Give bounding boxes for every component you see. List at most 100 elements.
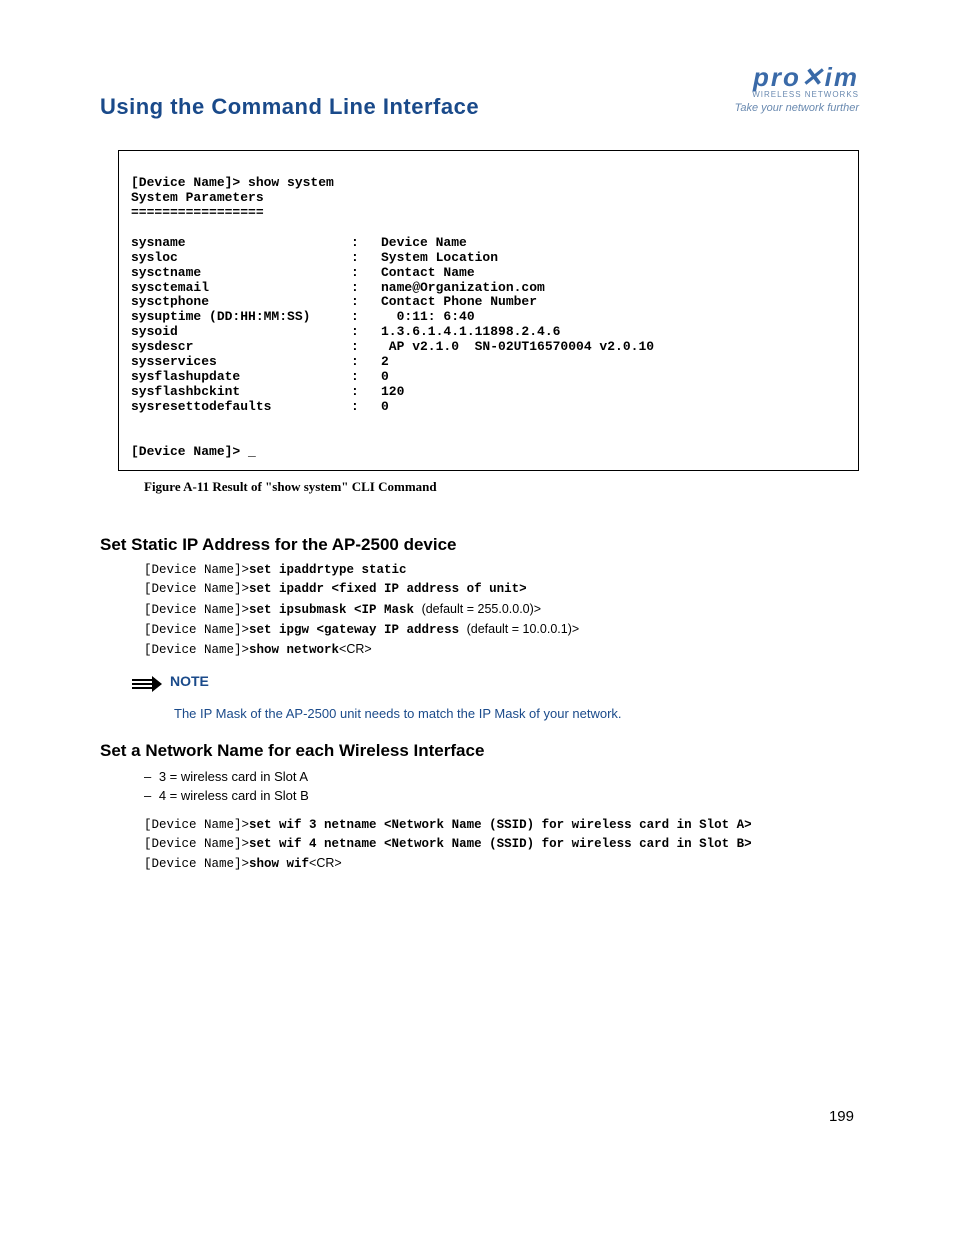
note-header-row: NOTE bbox=[130, 673, 859, 698]
cmd-text: set ipsubmask <IP Mask bbox=[249, 603, 422, 617]
cli-colon: : bbox=[351, 281, 381, 296]
cmd-text: show network bbox=[249, 643, 339, 657]
cli-param-key: sysuptime (DD:HH:MM:SS) bbox=[131, 310, 351, 325]
cli-parameter-row: sysresettodefaults:0 bbox=[131, 400, 846, 415]
command-line: [Device Name]>show wif<CR> bbox=[144, 854, 859, 874]
cli-output-box: [Device Name]> show system System Parame… bbox=[118, 150, 859, 471]
cmd-text: set ipaddrtype static bbox=[249, 563, 407, 577]
cli-parameter-row: sysuptime (DD:HH:MM:SS): 0:11: 6:40 bbox=[131, 310, 846, 325]
cmd-prompt: [Device Name]> bbox=[144, 643, 249, 657]
cmd-prompt: [Device Name]> bbox=[144, 623, 249, 637]
logo-accent-icon: ✕ bbox=[801, 62, 825, 92]
page-number: 199 bbox=[829, 1108, 854, 1125]
cli-param-value: Device Name bbox=[381, 236, 846, 251]
cmd-plain: (default = 10.0.0.1)> bbox=[467, 622, 580, 636]
cli-parameter-row: sysctemail:name@Organization.com bbox=[131, 281, 846, 296]
command-line: [Device Name]>set wif 4 netname <Network… bbox=[144, 835, 859, 854]
command-line: [Device Name]>set ipaddrtype static bbox=[144, 561, 859, 580]
cli-param-key: sysloc bbox=[131, 251, 351, 266]
cmd-prompt: [Device Name]> bbox=[144, 818, 249, 832]
cli-parameter-row: sysloc:System Location bbox=[131, 251, 846, 266]
cli-colon: : bbox=[351, 266, 381, 281]
cmd-text: set wif 3 netname <Network Name (SSID) f… bbox=[249, 818, 752, 832]
cli-parameter-row: sysflashupdate:0 bbox=[131, 370, 846, 385]
page-title: Using the Command Line Interface bbox=[100, 94, 479, 120]
cli-param-value: AP v2.1.0 SN-02UT16570004 v2.0.10 bbox=[381, 340, 846, 355]
cli-param-key: sysname bbox=[131, 236, 351, 251]
logo-text-2: im bbox=[825, 62, 859, 92]
cli-rule: ================= bbox=[131, 205, 264, 220]
logo-text-1: pro bbox=[753, 62, 801, 92]
cli-colon: : bbox=[351, 310, 381, 325]
cli-param-key: sysctemail bbox=[131, 281, 351, 296]
cli-parameter-row: sysctname:Contact Name bbox=[131, 266, 846, 281]
cli-colon: : bbox=[351, 251, 381, 266]
cli-parameter-row: sysservices:2 bbox=[131, 355, 846, 370]
command-line: [Device Name]>set ipgw <gateway IP addre… bbox=[144, 620, 859, 640]
cli-param-value: Contact Phone Number bbox=[381, 295, 846, 310]
cmd-plain: <CR> bbox=[309, 856, 342, 870]
cli-param-key: sysflashupdate bbox=[131, 370, 351, 385]
cli-colon: : bbox=[351, 295, 381, 310]
cmd-prompt: [Device Name]> bbox=[144, 857, 249, 871]
cli-colon: : bbox=[351, 340, 381, 355]
page-header: Using the Command Line Interface pro✕im … bbox=[100, 70, 859, 120]
cli-param-value: 120 bbox=[381, 385, 846, 400]
cli-colon: : bbox=[351, 370, 381, 385]
cli-colon: : bbox=[351, 236, 381, 251]
cmd-prompt: [Device Name]> bbox=[144, 603, 249, 617]
cli-param-value: name@Organization.com bbox=[381, 281, 846, 296]
note-arrow-icon bbox=[130, 675, 164, 698]
cli-param-value: 0 bbox=[381, 400, 846, 415]
cli-parameter-row: sysdescr: AP v2.1.0 SN-02UT16570004 v2.0… bbox=[131, 340, 846, 355]
cli-colon: : bbox=[351, 385, 381, 400]
cli-param-value: 1.3.6.1.4.1.11898.2.4.6 bbox=[381, 325, 846, 340]
cli-colon: : bbox=[351, 325, 381, 340]
cli-param-value: 2 bbox=[381, 355, 846, 370]
command-line: [Device Name]>set ipsubmask <IP Mask (de… bbox=[144, 600, 859, 620]
cli-prompt-line: [Device Name]> show system bbox=[131, 175, 334, 190]
cli-param-key: sysresettodefaults bbox=[131, 400, 351, 415]
cmd-prompt: [Device Name]> bbox=[144, 563, 249, 577]
cli-param-value: 0:11: 6:40 bbox=[381, 310, 846, 325]
section-heading-network-name: Set a Network Name for each Wireless Int… bbox=[100, 741, 859, 761]
cmd-prompt: [Device Name]> bbox=[144, 582, 249, 596]
cmd-plain: <CR> bbox=[339, 642, 372, 656]
note-body: The IP Mask of the AP-2500 unit needs to… bbox=[174, 706, 859, 721]
cli-colon: : bbox=[351, 400, 381, 415]
cli-param-value: 0 bbox=[381, 370, 846, 385]
cli-param-key: sysoid bbox=[131, 325, 351, 340]
cmd-prompt: [Device Name]> bbox=[144, 837, 249, 851]
section-heading-static-ip: Set Static IP Address for the AP-2500 de… bbox=[100, 535, 859, 555]
bullet-item: 4 = wireless card in Slot B bbox=[140, 786, 859, 806]
command-line: [Device Name]>set ipaddr <fixed IP addre… bbox=[144, 580, 859, 599]
cli-prompt-end: [Device Name]> _ bbox=[131, 444, 256, 459]
cmd-text: set ipaddr <fixed IP address of unit> bbox=[249, 582, 527, 596]
cli-param-key: sysctname bbox=[131, 266, 351, 281]
figure-caption: Figure A-11 Result of "show system" CLI … bbox=[144, 479, 859, 495]
command-block-wif: [Device Name]>set wif 3 netname <Network… bbox=[144, 816, 859, 875]
cli-parameter-row: sysoid:1.3.6.1.4.1.11898.2.4.6 bbox=[131, 325, 846, 340]
cli-param-value: System Location bbox=[381, 251, 846, 266]
cli-param-key: sysflashbckint bbox=[131, 385, 351, 400]
cmd-plain: (default = 255.0.0.0)> bbox=[422, 602, 542, 616]
cmd-text: show wif bbox=[249, 857, 309, 871]
cmd-text: set wif 4 netname <Network Name (SSID) f… bbox=[249, 837, 752, 851]
cli-param-key: sysservices bbox=[131, 355, 351, 370]
brand-logo: pro✕im WIRELESS NETWORKS Take your netwo… bbox=[735, 62, 859, 114]
cmd-text: set ipgw <gateway IP address bbox=[249, 623, 467, 637]
bullet-list: 3 = wireless card in Slot A4 = wireless … bbox=[140, 767, 859, 806]
cli-param-key: sysctphone bbox=[131, 295, 351, 310]
cli-colon: : bbox=[351, 355, 381, 370]
cli-parameter-row: sysflashbckint:120 bbox=[131, 385, 846, 400]
cli-section-header: System Parameters bbox=[131, 190, 264, 205]
note-label: NOTE bbox=[170, 673, 209, 689]
command-block-static-ip: [Device Name]>set ipaddrtype static[Devi… bbox=[144, 561, 859, 661]
bullet-item: 3 = wireless card in Slot A bbox=[140, 767, 859, 787]
cli-param-value: Contact Name bbox=[381, 266, 846, 281]
command-line: [Device Name]>set wif 3 netname <Network… bbox=[144, 816, 859, 835]
cli-parameter-row: sysname:Device Name bbox=[131, 236, 846, 251]
cli-parameter-row: sysctphone:Contact Phone Number bbox=[131, 295, 846, 310]
cli-param-key: sysdescr bbox=[131, 340, 351, 355]
logo-tagline: Take your network further bbox=[735, 102, 859, 114]
